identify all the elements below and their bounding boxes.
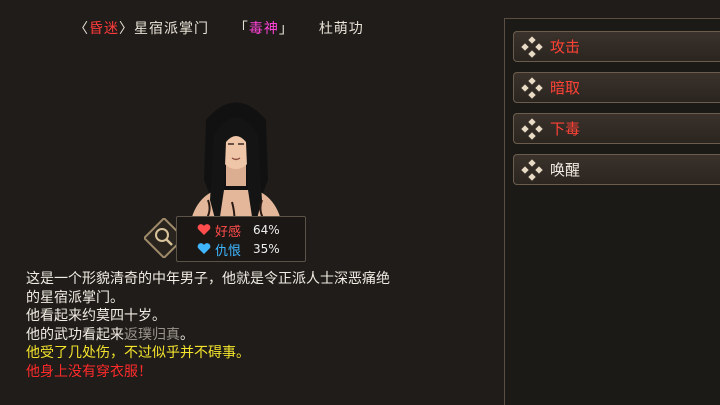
sect-role: 星宿派掌门 [134,21,209,37]
steal-label: 暗取 [550,79,581,97]
status-bracket-close: 〉 [119,21,134,37]
npc-header: 〈昏迷〉星宿派掌门 「毒神」 杜萌功 [74,18,364,38]
npc-name: 杜萌功 [318,21,364,37]
action-panel: 攻击 暗取 下毒 唤醒 [504,18,720,405]
hatred-label: 仇恨 [215,243,242,259]
steal-button[interactable]: 暗取 [513,72,720,103]
desc-line: 他看起来约莫四十岁。 [26,308,166,324]
title-bracket-close: 」 [278,21,294,37]
diamond-icon [520,34,544,59]
desc-text: 。 [180,326,194,343]
poison-label: 下毒 [550,120,581,138]
heart-icon [197,224,211,235]
status-label: 昏迷 [89,21,119,37]
poison-button[interactable]: 下毒 [513,113,720,144]
desc-line: 他的武功看起来返璞归真。 [26,326,496,345]
hatred-row: 仇恨 35% [197,240,280,259]
favor-row: 好感 64% [197,221,280,240]
wake-button[interactable]: 唤醒 [513,154,720,185]
hatred-value: 35% [253,242,280,256]
wake-label: 唤醒 [550,161,581,179]
desc-text: 他的武功看起来 [26,326,124,343]
desc-line: 的星宿派掌门。 [26,289,124,306]
diamond-icon [520,75,544,100]
diamond-icon [520,116,544,141]
game-screen: 〈昏迷〉星宿派掌门 「毒神」 杜萌功 好感 64% 仇恨 35% 这是一个形貌清… [0,0,720,405]
diamond-icon [520,157,544,182]
favor-value: 64% [253,223,280,237]
attack-label: 攻击 [550,38,581,56]
clothing-line: 他身上没有穿衣服！ [26,363,152,380]
relation-panel: 好感 64% 仇恨 35% [176,216,306,262]
attack-button[interactable]: 攻击 [513,31,720,62]
martial-level: 返璞归真 [124,326,180,343]
desc-line: 这是一个形貌清奇的中年男子，他就是令正派人士深恶痛绝 [26,271,390,287]
title-bracket-open: 「 [233,21,249,37]
npc-title: 毒神 [248,21,279,37]
injury-line: 他受了几处伤，不过似乎并不碍事。 [26,345,250,361]
favor-label: 好感 [215,224,242,240]
status-bracket-open: 〈 [74,21,89,37]
heart-icon [197,243,211,254]
npc-description: 这是一个形貌清奇的中年男子，他就是令正派人士深恶痛绝 的星宿派掌门。 他看起来约… [26,270,496,381]
